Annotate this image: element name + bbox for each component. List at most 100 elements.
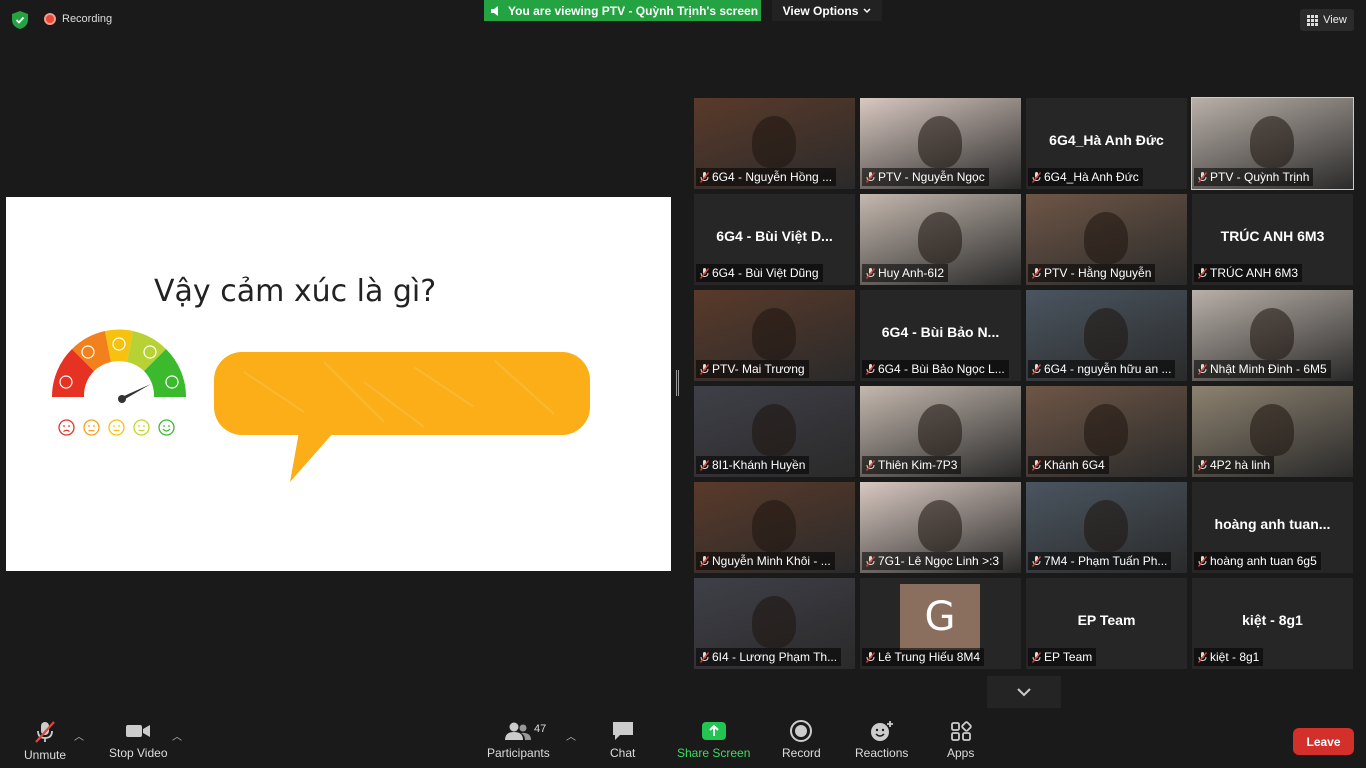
apps-button[interactable]: Apps: [947, 720, 974, 760]
participant-name-label: kiệt - 8g1: [1194, 648, 1264, 666]
recording-indicator[interactable]: Recording: [44, 13, 112, 25]
participant-name-label: Thiên Kim-7P3: [862, 456, 962, 474]
participant-tile[interactable]: 8I1-Khánh Huyền: [694, 386, 855, 477]
microphone-muted-icon: [1198, 267, 1207, 279]
microphone-muted-icon: [1198, 459, 1207, 471]
emotion-faces: [58, 419, 175, 436]
participants-options-caret-icon[interactable]: ︿: [566, 728, 576, 743]
stop-video-label: Stop Video: [109, 746, 168, 760]
participant-tile[interactable]: 7G1- Lê Ngọc Linh >:3: [860, 482, 1021, 573]
participant-tile[interactable]: TRÚC ANH 6M3 TRÚC ANH 6M3: [1192, 194, 1353, 285]
microphone-muted-icon: [866, 363, 875, 375]
participant-tile[interactable]: PTV - Quỳnh Trịnh: [1191, 97, 1354, 190]
participants-count: 47: [534, 723, 547, 735]
recording-dot-icon: [44, 13, 56, 25]
participant-name-display: 6G4 - Bùi Việt D...: [716, 228, 833, 244]
participant-name-text: Nguyễn Minh Khôi - ...: [712, 554, 831, 568]
participant-tile[interactable]: Thiên Kim-7P3: [860, 386, 1021, 477]
record-label: Record: [782, 746, 821, 760]
view-options-button[interactable]: View Options: [772, 0, 882, 21]
participant-name-display: EP Team: [1077, 612, 1136, 628]
participant-gallery: 6G4 - Nguyễn Hồng ... PTV - Nguyễn Ngọc 6G…: [694, 97, 1358, 670]
participant-tile[interactable]: 6G4 - Bùi Bảo N... 6G4 - Bùi Bảo Ngọc L..…: [860, 290, 1021, 381]
participant-silhouette: [1084, 500, 1128, 552]
participant-tile[interactable]: PTV- Mai Trương: [694, 290, 855, 381]
participant-name-text: 8I1-Khánh Huyền: [712, 458, 806, 472]
participant-tile[interactable]: 6G4 - nguyễn hữu an ...: [1026, 290, 1187, 381]
split-resize-handle[interactable]: [676, 370, 679, 396]
gallery-next-page-button[interactable]: [987, 676, 1061, 708]
share-screen-button[interactable]: Share Screen: [677, 720, 750, 760]
participant-tile[interactable]: kiệt - 8g1 kiệt - 8g1: [1192, 578, 1353, 669]
sad-face-icon: [58, 419, 75, 436]
participant-name-label: Khánh 6G4: [1028, 456, 1109, 474]
unmute-button[interactable]: Unmute: [24, 720, 66, 762]
participant-tile[interactable]: hoàng anh tuan... hoàng anh tuan 6g5: [1192, 482, 1353, 573]
participant-name-label: 8I1-Khánh Huyền: [696, 456, 810, 474]
participant-tile[interactable]: 4P2 hà linh: [1192, 386, 1353, 477]
participant-tile[interactable]: 6G4_Hà Anh Đức 6G4_Hà Anh Đức: [1026, 98, 1187, 189]
participant-name-display: hoàng anh tuan...: [1214, 516, 1331, 532]
participant-name-text: EP Team: [1044, 650, 1093, 664]
participant-name-label: Nguyễn Minh Khôi - ...: [696, 552, 835, 570]
participant-tile[interactable]: 7M4 - Phạm Tuấn Ph...: [1026, 482, 1187, 573]
chevron-down-icon: [1017, 688, 1031, 697]
participant-tile[interactable]: Khánh 6G4: [1026, 386, 1187, 477]
microphone-muted-icon: [700, 555, 709, 567]
participant-name-text: kiệt - 8g1: [1210, 650, 1260, 664]
participant-tile[interactable]: PTV - Nguyễn Ngọc: [860, 98, 1021, 189]
participant-tile[interactable]: 6G4 - Bùi Việt D... 6G4 - Bùi Việt Dũng: [694, 194, 855, 285]
participant-name-text: Nhật Minh Đinh - 6M5: [1210, 362, 1327, 376]
participant-silhouette: [918, 212, 962, 264]
chat-label: Chat: [610, 746, 636, 760]
chat-bubble-icon: [612, 722, 633, 740]
participant-name-label: Huy Anh-6I2: [862, 264, 949, 282]
leave-button[interactable]: Leave: [1293, 728, 1354, 755]
microphone-muted-icon: [866, 171, 875, 183]
participant-tile[interactable]: Nhật Minh Đinh - 6M5: [1192, 290, 1353, 381]
microphone-muted-icon: [866, 555, 875, 567]
speech-bubble-shape: [214, 352, 590, 482]
participant-name-label: 7G1- Lê Ngọc Linh >:3: [862, 552, 1004, 570]
apps-icon: [950, 721, 972, 741]
participants-label: Participants: [487, 746, 550, 760]
participant-name-label: Nhật Minh Đinh - 6M5: [1194, 360, 1331, 378]
avatar: G: [900, 584, 980, 650]
record-icon: [790, 720, 813, 742]
participant-tile[interactable]: EP Team EP Team: [1026, 578, 1187, 669]
video-options-caret-icon[interactable]: ︿: [172, 728, 182, 743]
view-button[interactable]: View: [1300, 9, 1354, 31]
participant-name-text: 6I4 - Lương Phạm Th...: [712, 650, 838, 664]
view-label: View: [1323, 14, 1347, 26]
microphone-muted-icon: [1032, 363, 1041, 375]
participant-silhouette: [752, 116, 796, 168]
microphone-muted-icon: [1032, 171, 1041, 183]
record-button[interactable]: Record: [782, 720, 821, 760]
participant-tile[interactable]: G Lê Trung Hiếu 8M4: [860, 578, 1021, 669]
participant-silhouette: [1250, 404, 1294, 456]
participant-tile[interactable]: PTV - Hằng Nguyễn: [1026, 194, 1187, 285]
audio-options-caret-icon[interactable]: ︿: [74, 728, 84, 743]
shield-icon[interactable]: [12, 11, 28, 29]
participant-name-label: EP Team: [1028, 648, 1097, 666]
participant-tile[interactable]: 6G4 - Nguyễn Hồng ...: [694, 98, 855, 189]
participant-name-text: Huy Anh-6I2: [878, 266, 945, 280]
participant-name-label: 6G4 - Bùi Bảo Ngọc L...: [862, 360, 1009, 378]
participant-tile[interactable]: Huy Anh-6I2: [860, 194, 1021, 285]
microphone-muted-icon: [35, 721, 55, 743]
chat-button[interactable]: Chat: [610, 720, 635, 760]
participant-name-display: kiệt - 8g1: [1242, 612, 1303, 628]
participant-tile[interactable]: Nguyễn Minh Khôi - ...: [694, 482, 855, 573]
participant-silhouette: [918, 500, 962, 552]
microphone-muted-icon: [1032, 651, 1041, 663]
microphone-muted-icon: [1198, 363, 1207, 375]
microphone-muted-icon: [700, 651, 709, 663]
participant-tile[interactable]: 6I4 - Lương Phạm Th...: [694, 578, 855, 669]
apps-label: Apps: [947, 746, 975, 760]
participant-silhouette: [752, 500, 796, 552]
speaker-icon: [491, 5, 498, 16]
participant-silhouette: [1250, 116, 1294, 168]
stop-video-button[interactable]: Stop Video: [109, 720, 168, 760]
slide-title: Vậy cảm xúc là gì?: [154, 274, 437, 309]
reactions-button[interactable]: Reactions: [855, 720, 908, 760]
